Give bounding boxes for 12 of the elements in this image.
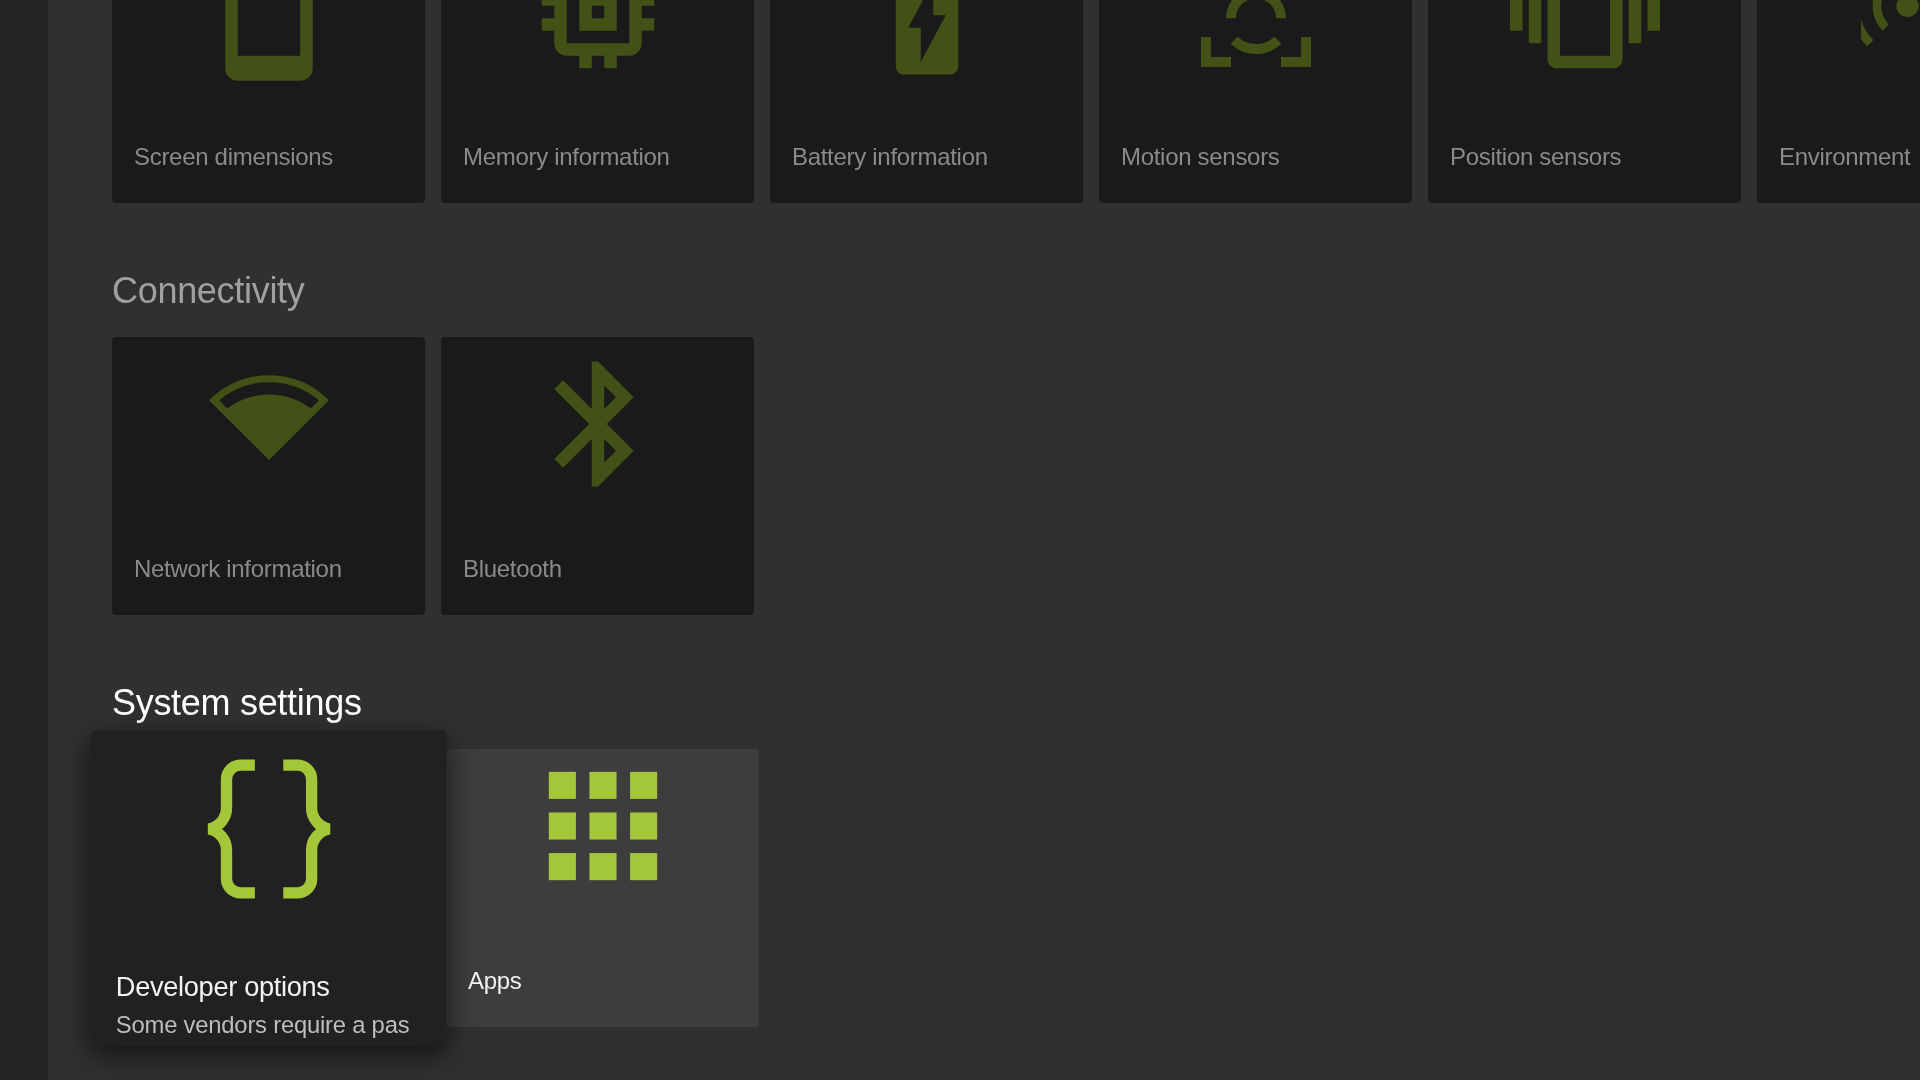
settings-tile[interactable]: Bluetooth: [441, 337, 754, 615]
section-heading: Connectivity: [112, 269, 306, 313]
settings-tile[interactable]: Apps: [446, 749, 759, 1027]
settings-tile[interactable]: Battery information: [770, 0, 1083, 203]
settings-tile[interactable]: Position sensors: [1428, 0, 1741, 203]
settings-tile[interactable]: Screen dimensions: [112, 0, 425, 203]
section-heading: System settings: [112, 681, 363, 725]
settings-tile[interactable]: Motion sensors: [1099, 0, 1412, 203]
settings-tile[interactable]: Memory information: [441, 0, 754, 203]
settings-tile[interactable]: Network information: [112, 337, 425, 615]
settings-tile[interactable]: Developer options Some vendors require a pas: [90, 730, 447, 1046]
settings-tile[interactable]: Environment: [1757, 0, 1920, 203]
